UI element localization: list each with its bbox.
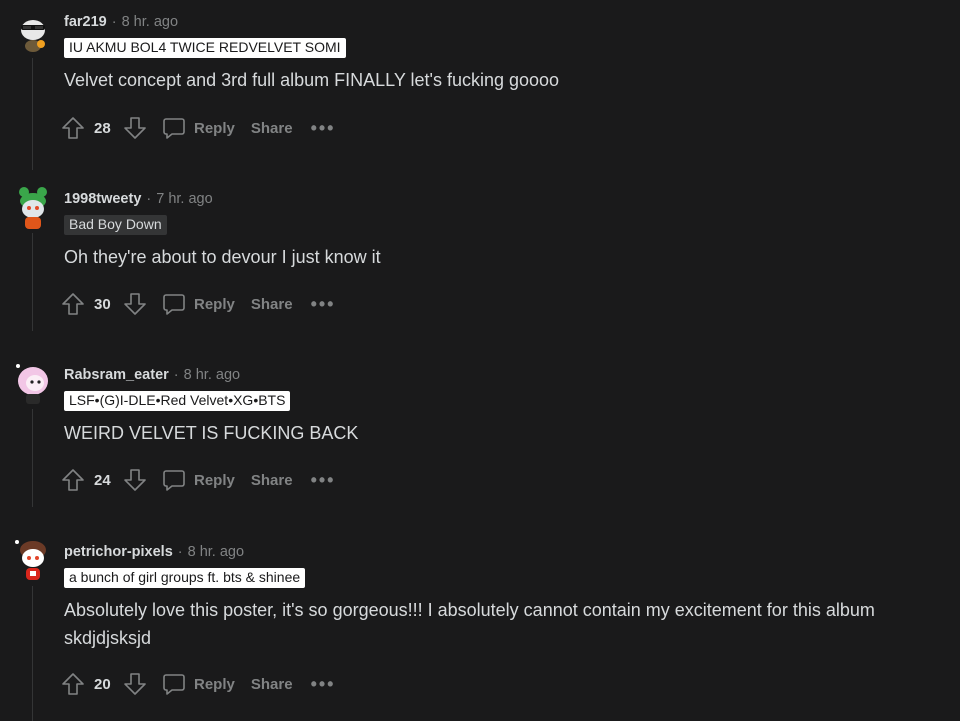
upvote-icon[interactable] — [60, 291, 86, 317]
comment-body: Absolutely love this poster, it's so gor… — [64, 600, 875, 648]
speech-bubble-icon — [162, 672, 186, 696]
timestamp[interactable]: 8 hr. ago — [188, 544, 244, 560]
share-button[interactable]: Share — [251, 676, 293, 693]
user-flair: Bad Boy Down — [64, 215, 167, 235]
reply-button[interactable]: Reply — [162, 292, 235, 316]
user-flair: IU AKMU BOL4 TWICE REDVELVET SOMI — [64, 38, 346, 58]
thread-line[interactable] — [32, 586, 33, 721]
vote-score: 20 — [94, 675, 111, 693]
comment-body: Oh they're about to devour I just know i… — [64, 247, 381, 267]
comment-body: Velvet concept and 3rd full album FINALL… — [64, 70, 560, 90]
share-label: Share — [250, 471, 293, 489]
ellipsis-icon: ••• — [310, 469, 336, 490]
vote-score: 24 — [94, 471, 111, 489]
comment-actions: 28 Reply Share ••• — [60, 114, 335, 142]
ellipsis-icon: ••• — [310, 117, 336, 138]
upvote-icon[interactable] — [60, 467, 86, 493]
username[interactable]: 1998tweety — [64, 191, 141, 207]
username[interactable]: petrichor-pixels — [64, 544, 173, 560]
downvote-icon[interactable] — [122, 467, 148, 493]
speech-bubble-icon — [162, 468, 186, 492]
comment-body: WEIRD VELVET IS FUCKING BACK — [64, 423, 359, 443]
more-options-button[interactable]: ••• — [311, 674, 336, 695]
timestamp[interactable]: 8 hr. ago — [184, 367, 240, 383]
downvote-icon[interactable] — [122, 115, 148, 141]
reply-label: Reply — [194, 675, 235, 693]
username[interactable]: far219 — [64, 14, 107, 30]
separator-dot: · — [146, 191, 152, 207]
avatar[interactable] — [14, 185, 52, 229]
comment: far219 · 8 hr. ago IU AKMU BOL4 TWICE RE… — [0, 12, 960, 188]
thread-line[interactable] — [32, 58, 33, 170]
snoo-avatar-icon — [21, 20, 45, 52]
share-label: Share — [250, 675, 293, 693]
speech-bubble-icon — [162, 292, 186, 316]
separator-dot: · — [173, 367, 179, 383]
thread-line[interactable] — [32, 233, 33, 331]
comment-actions: 20 Reply Share ••• — [60, 670, 335, 698]
speech-bubble-icon — [162, 116, 186, 140]
ellipsis-icon: ••• — [310, 673, 336, 694]
reply-label: Reply — [194, 295, 235, 313]
timestamp[interactable]: 7 hr. ago — [156, 191, 212, 207]
more-options-button[interactable]: ••• — [311, 294, 336, 315]
thread-line[interactable] — [32, 409, 33, 507]
avatar[interactable] — [14, 536, 52, 580]
share-label: Share — [250, 295, 293, 313]
snoo-avatar-icon — [15, 540, 46, 580]
comment: 1998tweety · 7 hr. ago Bad Boy Down Oh t… — [0, 187, 960, 365]
more-options-button[interactable]: ••• — [311, 470, 336, 491]
comment: petrichor-pixels · 8 hr. ago a bunch of … — [0, 540, 960, 721]
comment-actions: 30 Reply Share ••• — [60, 290, 335, 318]
more-options-button[interactable]: ••• — [311, 118, 336, 139]
reply-label: Reply — [194, 119, 235, 137]
share-button[interactable]: Share — [251, 120, 293, 137]
comment: Rabsram_eater · 8 hr. ago LSF•(G)I-DLE•R… — [0, 364, 960, 541]
reply-label: Reply — [194, 471, 235, 489]
separator-dot: · — [177, 544, 183, 560]
share-label: Share — [250, 119, 293, 137]
user-flair: a bunch of girl groups ft. bts & shinee — [64, 568, 306, 588]
separator-dot: · — [111, 14, 117, 30]
vote-score: 28 — [94, 119, 111, 137]
downvote-icon[interactable] — [122, 671, 148, 697]
comment-actions: 24 Reply Share ••• — [60, 466, 335, 494]
snoo-avatar-icon — [19, 187, 47, 229]
reply-button[interactable]: Reply — [162, 468, 235, 492]
ellipsis-icon: ••• — [310, 293, 336, 314]
share-button[interactable]: Share — [251, 472, 293, 489]
snoo-avatar-icon — [16, 364, 48, 404]
avatar[interactable] — [14, 14, 52, 52]
upvote-icon[interactable] — [60, 671, 86, 697]
avatar[interactable] — [14, 361, 52, 404]
upvote-icon[interactable] — [60, 115, 86, 141]
timestamp[interactable]: 8 hr. ago — [122, 14, 178, 30]
share-button[interactable]: Share — [251, 296, 293, 313]
username[interactable]: Rabsram_eater — [64, 367, 169, 383]
vote-score: 30 — [94, 295, 111, 313]
downvote-icon[interactable] — [122, 291, 148, 317]
user-flair: LSF•(G)I-DLE•Red Velvet•XG•BTS — [64, 391, 291, 411]
reply-button[interactable]: Reply — [162, 116, 235, 140]
reply-button[interactable]: Reply — [162, 672, 235, 696]
